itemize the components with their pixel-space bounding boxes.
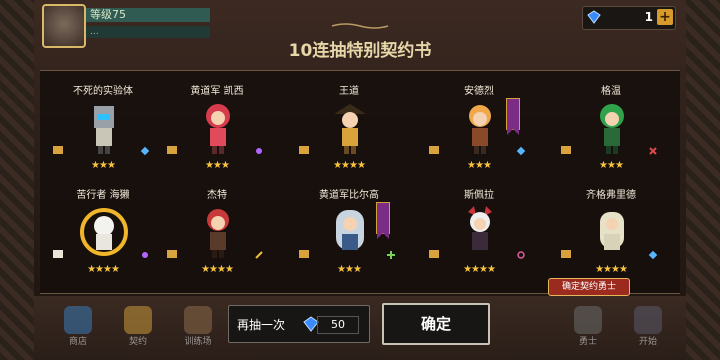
helmet-icon [574, 306, 602, 334]
start-icon [634, 306, 662, 334]
gem-icon [587, 10, 601, 24]
scroll-icon [429, 250, 439, 258]
weapon-icon [516, 146, 526, 156]
hero-name: 黄道军比尔高 [319, 190, 379, 201]
scroll-icon [167, 146, 177, 154]
hero-sprite [600, 104, 624, 154]
weapon-icon [517, 251, 525, 259]
hero-sprite [334, 104, 366, 154]
hero-card[interactable]: 杰特 ★★★★ [162, 186, 272, 286]
weapon-icon [649, 147, 657, 155]
weapon-icon [256, 148, 262, 154]
shop-icon [64, 306, 92, 334]
ornament-icon [331, 23, 389, 29]
weapon-icon [387, 251, 395, 259]
hero-stars: ★★★ [91, 160, 116, 171]
title-area: 10连抽特别契约书 [200, 22, 520, 62]
faction-banner-icon [506, 98, 520, 135]
hero-stars: ★★★★ [595, 264, 628, 275]
scroll-icon [561, 250, 571, 258]
hero-name: 斯佩拉 [464, 190, 494, 201]
hero-stars: ★★★★ [201, 264, 234, 275]
hero-name: 王道 [339, 86, 359, 97]
hero-name: 杰特 [207, 190, 227, 201]
player-hud: 等级75 ... [34, 4, 210, 48]
hero-name: 安德烈 [464, 86, 494, 97]
hero-name: 不死的实验体 [73, 86, 133, 97]
player-subtitle: ... [86, 26, 210, 38]
hero-card[interactable]: 斯佩拉 ★★★★ [424, 186, 534, 286]
add-gems-button[interactable]: + [657, 9, 673, 25]
hero-name: 格温 [601, 86, 621, 97]
gem-count: 1 [644, 10, 653, 24]
scroll-icon [561, 146, 571, 154]
hero-card[interactable]: 苦行者 海獭 ★★★★ [48, 186, 158, 286]
player-level: 等级75 [86, 8, 210, 22]
hero-card[interactable]: 齐格弗里德 ★★★★ [556, 186, 666, 286]
hero-card[interactable]: 王道 ★★★★ [294, 82, 404, 182]
nav-label: 开始 [638, 337, 657, 347]
hero-name: 齐格弗里德 [586, 190, 636, 201]
hero-name: 黄道军 凯西 [190, 86, 244, 97]
hero-name: 苦行者 海獭 [76, 190, 130, 201]
gem-counter: 1 + [582, 6, 676, 30]
scroll-icon [429, 146, 439, 154]
nav-heroes[interactable]: 勇士 [564, 304, 612, 356]
draw-cost: 50 [317, 316, 359, 334]
weapon-icon [142, 252, 148, 258]
hero-stars: ★★★★ [333, 160, 366, 171]
player-avatar[interactable] [42, 4, 86, 48]
weapon-icon [255, 251, 263, 259]
hero-stars: ★★★★ [463, 264, 496, 275]
hero-stars: ★★★ [467, 160, 492, 171]
confirm-hero-tag[interactable]: 确定契约勇士 [548, 278, 630, 296]
hero-sprite [80, 208, 128, 256]
hero-card[interactable]: 黄道军 凯西 ★★★ [162, 82, 272, 182]
weapon-icon [140, 146, 150, 156]
nav-label: 训练场 [184, 337, 212, 347]
training-icon [184, 306, 212, 334]
hero-stars: ★★★★ [87, 264, 120, 275]
hero-card[interactable]: 黄道军比尔高 ★★★ [294, 186, 404, 286]
hero-sprite [469, 105, 491, 154]
weapon-icon [648, 250, 658, 260]
scroll-icon [299, 250, 309, 258]
hero-stars: ★★★ [599, 160, 624, 171]
scroll-icon [53, 250, 63, 258]
confirm-button[interactable]: 确定 [382, 303, 490, 345]
hero-sprite [94, 106, 114, 154]
nav-shop[interactable]: 商店 [54, 304, 102, 356]
nav-start[interactable]: 开始 [624, 304, 672, 356]
left-frame [0, 0, 34, 360]
hero-stars: ★★★ [337, 264, 362, 275]
hero-sprite [336, 210, 364, 250]
hero-card[interactable]: 格温 ★★★ [556, 82, 666, 182]
draw-again-button[interactable]: 再抽一次 50 [228, 305, 370, 343]
right-frame [686, 0, 720, 360]
nav-training[interactable]: 训练场 [174, 304, 222, 356]
scroll-icon [53, 146, 63, 154]
nav-label: 勇士 [578, 337, 597, 347]
scroll-icon [167, 250, 177, 258]
hero-sprite [207, 209, 229, 258]
faction-banner-icon [376, 202, 390, 239]
nav-label: 商店 [68, 337, 87, 347]
hero-sprite [600, 212, 624, 250]
hero-stars: ★★★ [205, 160, 230, 171]
scroll-icon [299, 146, 309, 154]
page-title: 10连抽特别契约书 [288, 41, 432, 61]
draw-again-label: 再抽一次 [237, 318, 286, 332]
hero-card[interactable]: 安德烈 ★★★ [424, 82, 534, 182]
hero-sprite [468, 206, 492, 250]
nav-contract[interactable]: 契约 [114, 304, 162, 356]
hero-sprite [206, 104, 230, 154]
hero-card[interactable]: 不死的实验体 ★★★ [48, 82, 158, 182]
contract-icon [124, 306, 152, 334]
nav-label: 契约 [128, 337, 147, 347]
